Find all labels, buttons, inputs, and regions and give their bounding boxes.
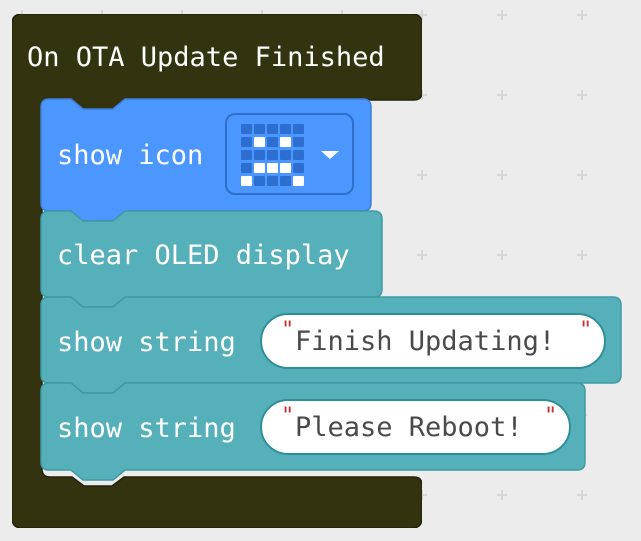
led-on	[293, 176, 304, 186]
led-on	[280, 137, 291, 147]
led-on	[254, 163, 265, 173]
led-off	[280, 176, 291, 186]
grid-mark	[577, 250, 587, 260]
blocks-workspace[interactable]: On OTA Update Finished show icon clear O…	[0, 0, 641, 541]
show-string-block-1[interactable]: show string " Finish Updating! "	[40, 296, 622, 394]
led-on	[254, 137, 265, 147]
grid-mark	[497, 490, 507, 500]
grid-mark	[577, 90, 587, 100]
led-on	[280, 163, 291, 173]
led-off	[280, 124, 291, 134]
close-quote-2: "	[544, 404, 558, 429]
led-off	[254, 176, 265, 186]
led-off	[267, 124, 278, 134]
led-off	[267, 176, 278, 186]
led-off	[267, 150, 278, 160]
grid-mark	[497, 250, 507, 260]
grid-mark	[497, 90, 507, 100]
close-quote-1: "	[579, 318, 593, 343]
led-off	[254, 150, 265, 160]
led-off	[293, 124, 304, 134]
grid-mark	[577, 10, 587, 20]
icon-picker-dropdown[interactable]	[225, 113, 354, 195]
open-quote-1: "	[281, 318, 295, 343]
led-off	[241, 124, 252, 134]
grid-mark	[577, 170, 587, 180]
clear-oled-display-label: clear OLED display	[57, 240, 350, 271]
event-block-label: On OTA Update Finished	[27, 42, 385, 73]
grid-mark	[497, 10, 507, 20]
sad-face-icon	[241, 124, 305, 188]
led-off	[254, 124, 265, 134]
led-off	[293, 150, 304, 160]
led-off	[267, 137, 278, 147]
show-string-block-2[interactable]: show string " Please Reboot! "	[40, 382, 586, 481]
led-off	[293, 137, 304, 147]
grid-mark	[497, 170, 507, 180]
show-icon-label: show icon	[57, 140, 204, 171]
grid-mark	[577, 490, 587, 500]
led-on	[267, 163, 278, 173]
led-off	[241, 150, 252, 160]
open-quote-2: "	[281, 404, 295, 429]
chevron-down-icon	[321, 151, 339, 159]
led-on	[241, 176, 252, 186]
led-off	[241, 137, 252, 147]
show-string-label-2: show string	[57, 413, 236, 444]
string-value-1: Finish Updating!	[295, 326, 556, 357]
string-input-1[interactable]: " Finish Updating! "	[260, 313, 606, 369]
show-icon-block[interactable]: show icon	[40, 98, 372, 222]
string-input-2[interactable]: " Please Reboot! "	[260, 399, 571, 455]
led-off	[280, 150, 291, 160]
led-off	[241, 163, 252, 173]
show-string-label-1: show string	[57, 327, 236, 358]
clear-oled-display-block[interactable]: clear OLED display	[40, 210, 383, 308]
string-value-2: Please Reboot!	[295, 412, 523, 443]
led-off	[293, 163, 304, 173]
